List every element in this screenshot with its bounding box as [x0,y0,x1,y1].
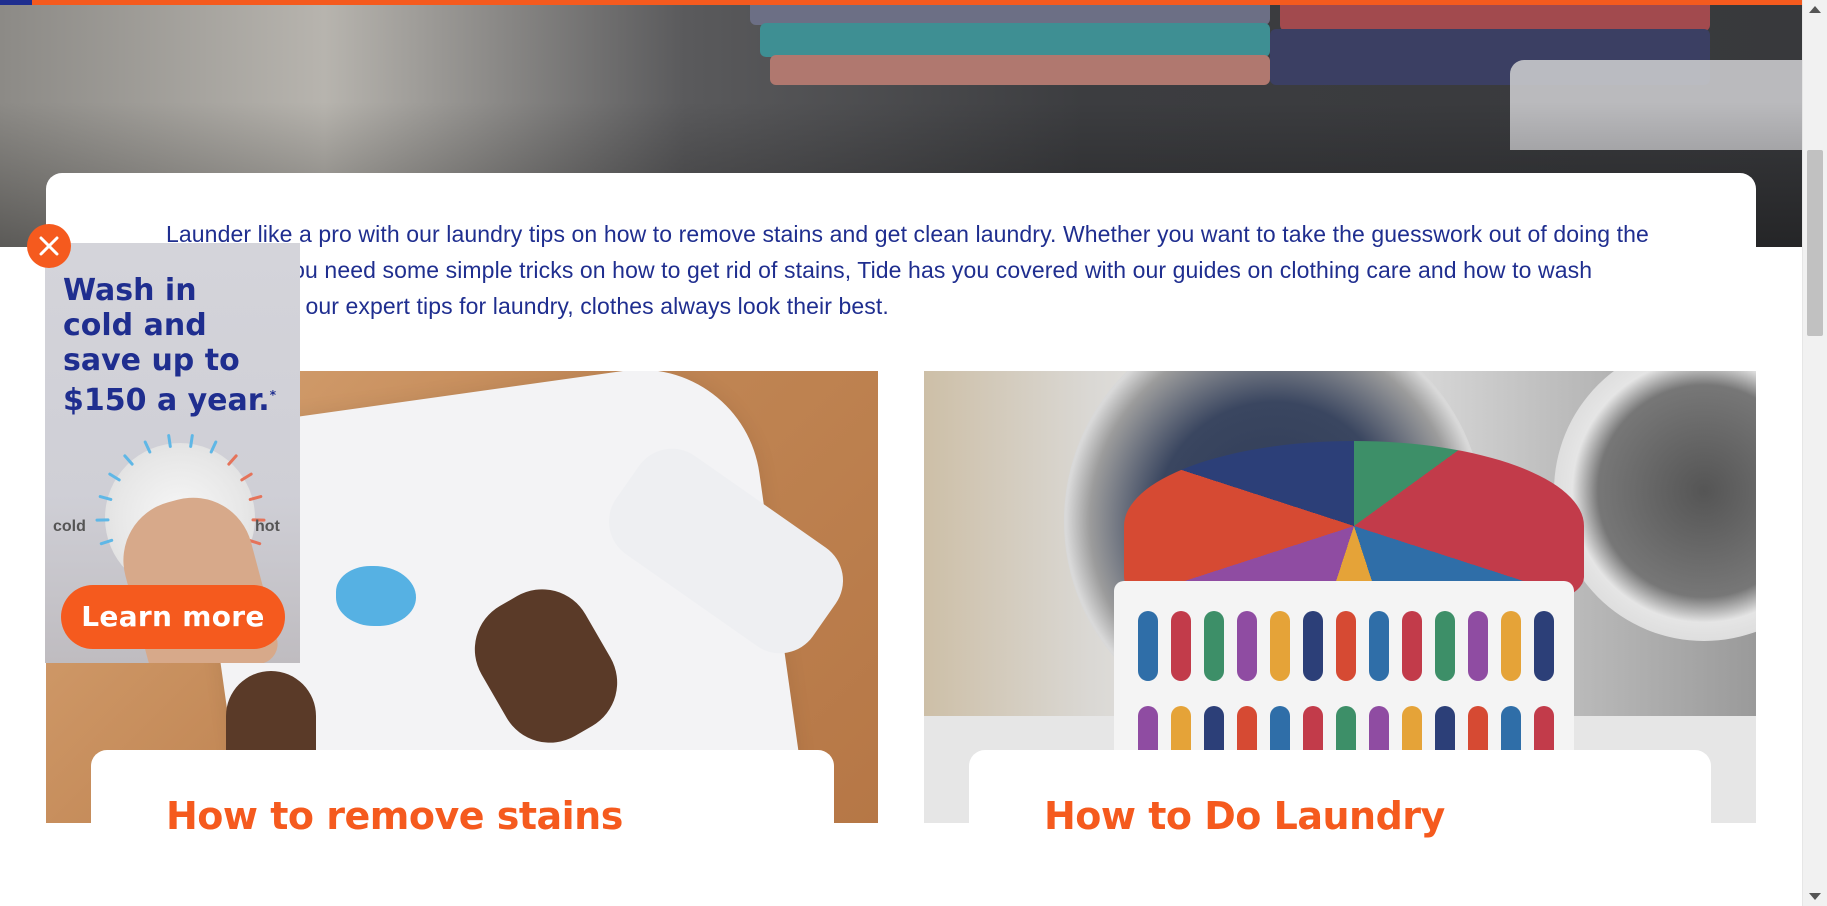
dial-tick [248,494,263,501]
dial-tick [95,518,110,522]
dial-tick [123,453,135,466]
dial-tick [240,471,254,482]
basket-slot [1303,611,1323,681]
ad-headline-line: cold and [63,308,207,343]
blue-stain [336,566,416,626]
stain-article-title-box: How to remove stains [91,750,834,860]
basket-slot [1270,611,1290,681]
basket-slot [1171,611,1191,681]
dial-tick [98,494,113,501]
scroll-down-arrow-icon[interactable] [1809,893,1821,900]
basket-slot [1336,611,1356,681]
intro-paragraph: Launder like a pro with our laundry tips… [166,221,1649,319]
learn-more-button[interactable]: Learn more [61,585,285,649]
basket-slot [1435,611,1455,681]
close-icon-glyph [39,236,59,256]
dial-tick [99,538,114,546]
vertical-scrollbar[interactable] [1802,0,1827,906]
dial-tick [209,440,218,455]
basket-slot [1369,611,1389,681]
basket-slot [1138,611,1158,681]
basket-slot [1501,611,1521,681]
ad-headline-line: save up to [63,343,240,378]
ad-headline-line: Wash in [63,273,197,308]
ad-headline-line: $150 a year. [63,383,270,418]
dial-cold-label: cold [53,518,86,535]
ad-headline: Wash in cold and save up to $150 a year.… [63,273,293,418]
laundry-article-title-box: How to Do Laundry [969,750,1711,860]
dial-tick [107,471,121,482]
dial-hot-label: hot [255,518,280,535]
laundry-article-title[interactable]: How to Do Laundry [1044,794,1445,838]
basket-slot [1237,611,1257,681]
basket-slot [1204,611,1224,681]
basket-slot [1534,611,1554,681]
dial-tick [143,440,152,455]
scroll-thumb[interactable] [1807,150,1823,336]
scroll-up-arrow-icon[interactable] [1809,6,1821,13]
close-icon[interactable] [27,224,71,268]
basket-slot [1402,611,1422,681]
cold-wash-ad[interactable]: Wash in cold and save up to $150 a year.… [45,243,300,663]
ad-footnote-mark: * [269,388,276,402]
dial-tick [189,433,195,448]
dial-tick [166,433,172,448]
basket-slot [1468,611,1488,681]
dial-tick [226,453,238,466]
stain-article-title[interactable]: How to remove stains [166,794,623,838]
